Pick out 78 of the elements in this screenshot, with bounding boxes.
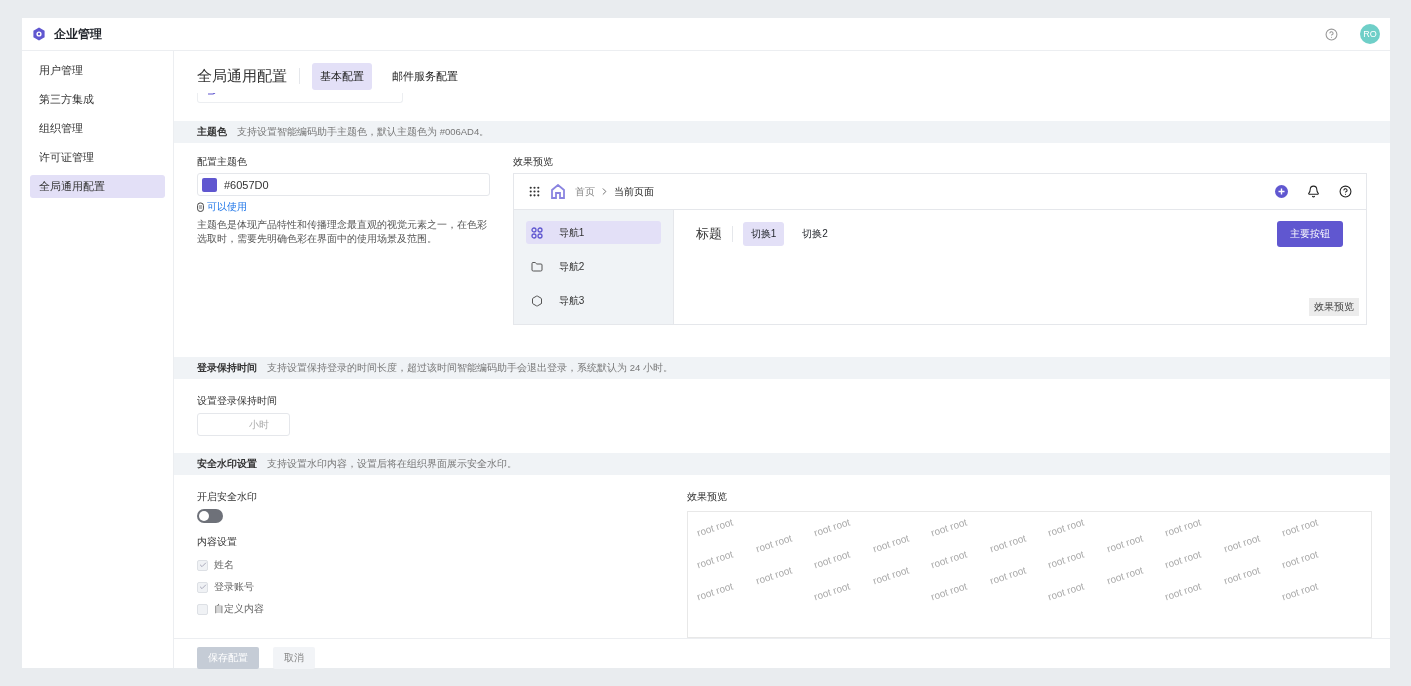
hint-text: 主题色是体现产品特性和传播理念最直观的视觉元素之一，在色彩选取时，需要先明确色彩在界面中的使用场景及范围。	[197, 218, 488, 246]
primary-button[interactable]: 主要按钮	[1277, 221, 1343, 247]
watermark-text: root root	[1280, 579, 1321, 603]
section-title: 登录保持时间	[197, 361, 257, 375]
sidebar-item[interactable]: 用户管理	[30, 59, 165, 82]
nav-item[interactable]: 导航1	[525, 221, 661, 244]
check-icon	[198, 583, 207, 591]
watermark-text: root root	[871, 563, 912, 587]
field-label: 开启安全水印	[197, 490, 258, 504]
page-title: 全局通用配置	[197, 66, 287, 86]
watermark-text: root root	[929, 579, 970, 603]
watermark-text: root root	[1046, 579, 1087, 603]
breadcrumb-link[interactable]: 首页	[574, 184, 595, 199]
tab[interactable]: 基本配置	[312, 62, 372, 90]
status-text: 可以使用	[197, 200, 490, 214]
watermark-text: root root	[812, 579, 853, 603]
watermark-text: root root	[929, 547, 970, 571]
add-icon[interactable]	[1275, 185, 1288, 198]
field-label: 设置登录保持时间	[197, 394, 278, 408]
section-title: 安全水印设置	[197, 457, 257, 471]
section-title: 主题色	[197, 125, 227, 139]
section-description: 支持设置保持登录的时间长度，超过该时间智能编码助手会退出登录，系统默认为 24 小时。	[267, 361, 673, 375]
watermark-text: root root	[929, 515, 970, 539]
logo-icon	[32, 27, 46, 41]
toggle-switch[interactable]	[197, 509, 223, 523]
breadcrumb-current: 当前页面	[613, 184, 654, 199]
color-swatch	[202, 177, 217, 192]
nav-item[interactable]: 导航3	[525, 289, 661, 312]
watermark-text: root root	[812, 515, 853, 539]
watermark-text: root root	[1046, 547, 1087, 571]
watermark-text: root root	[695, 547, 736, 571]
preview-label: 效果预览	[687, 490, 728, 504]
watermark-text: root root	[1222, 563, 1263, 587]
watermark-text: root root	[988, 531, 1029, 555]
sidebar-item[interactable]: 许可证管理	[30, 146, 165, 169]
watermark-text: root root	[754, 563, 795, 587]
watermark-text: root root	[1163, 547, 1204, 571]
watermark-text: root root	[1163, 515, 1204, 539]
help-icon[interactable]	[1339, 185, 1352, 198]
watermark-text: root root	[812, 547, 853, 571]
preview-tag: 效果预览	[1309, 298, 1359, 316]
tab[interactable]: 切换1	[742, 222, 785, 246]
preview-label: 效果预览	[512, 155, 554, 169]
watermark-text: root root	[695, 579, 736, 603]
section-description: 支持设置智能编码助手主题色，默认主题色为 #006AD4。	[237, 125, 490, 139]
watermark-text: root root	[1046, 515, 1087, 539]
watermark-text: root root	[754, 531, 795, 555]
tab[interactable]: 邮件服务配置	[384, 62, 466, 90]
sidebar-item[interactable]: 全局通用配置	[30, 175, 165, 198]
house-logo-icon	[550, 184, 565, 199]
watermark-text: root root	[1222, 531, 1263, 555]
tab[interactable]: 切换2	[794, 222, 836, 246]
section-description: 支持设置水印内容，设置后将在组织界面展示安全水印。	[267, 457, 517, 471]
watermark-text: root root	[1163, 579, 1204, 603]
field-label: 内容设置	[197, 535, 238, 549]
hexagon-icon	[530, 294, 543, 307]
preview-heading: 标题	[695, 225, 722, 243]
watermark-text: root root	[988, 563, 1029, 587]
check-icon	[198, 561, 207, 569]
watermark-text: root root	[695, 515, 736, 539]
folder-icon	[530, 260, 543, 273]
watermark-text: root root	[871, 531, 912, 555]
input-field[interactable]	[197, 93, 403, 103]
watermark-text: root root	[1105, 563, 1146, 587]
color-input[interactable]: #6057D0	[197, 173, 490, 196]
sidebar-item[interactable]: 第三方集成	[30, 88, 165, 111]
four-dots-icon	[530, 226, 543, 239]
app-title: 企业管理	[54, 25, 102, 43]
bell-icon[interactable]	[1307, 185, 1320, 198]
watermark-text: root root	[1280, 515, 1321, 539]
sidebar-item[interactable]: 组织管理	[30, 117, 165, 140]
watermark-text: root root	[1280, 547, 1321, 571]
pen-icon	[208, 93, 216, 96]
nav-item[interactable]: 导航2	[525, 255, 661, 278]
field-label: 配置主题色	[197, 155, 248, 169]
grid-dots-icon	[527, 185, 541, 198]
cancel-button[interactable]: 取消	[273, 646, 315, 669]
watermark-text: root root	[1105, 531, 1146, 555]
